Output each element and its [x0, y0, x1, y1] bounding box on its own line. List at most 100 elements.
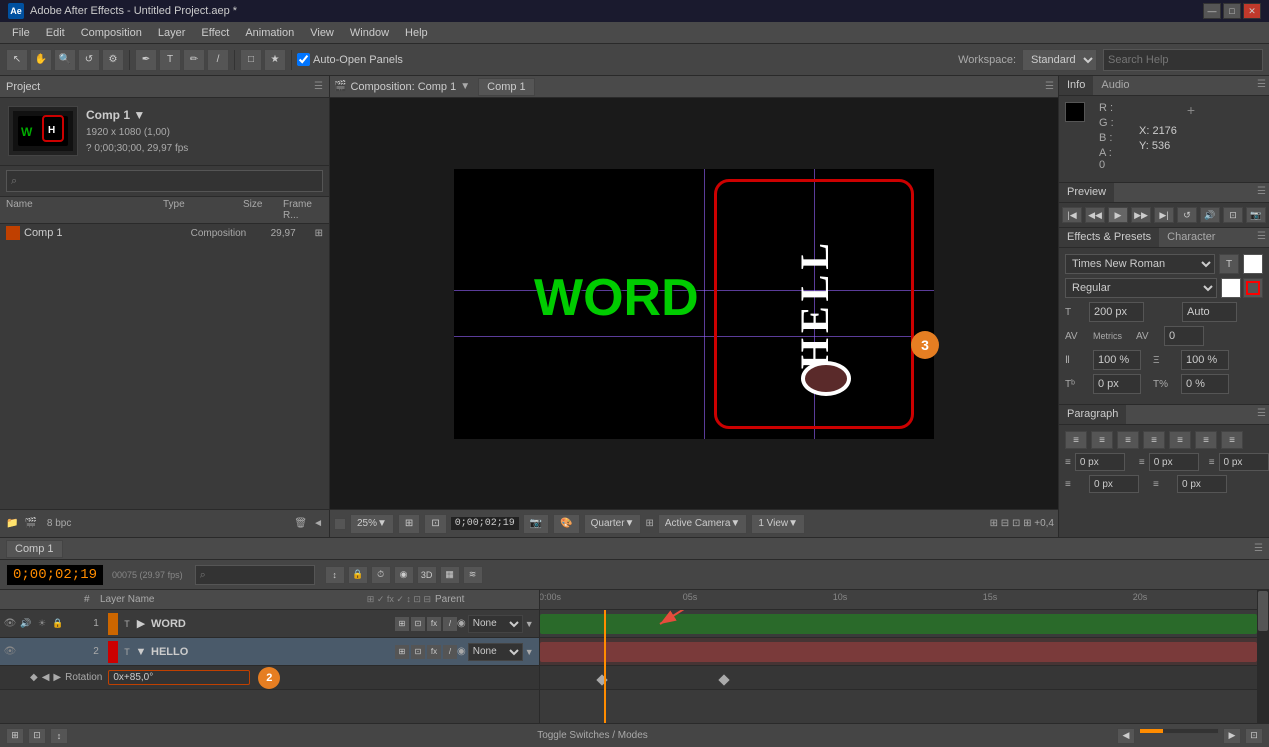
- toggle-label[interactable]: Toggle Switches / Modes: [68, 730, 1117, 741]
- settings-tool[interactable]: ⚙: [102, 49, 124, 71]
- align-left-btn[interactable]: ≡: [1065, 431, 1087, 449]
- create-folder-btn[interactable]: 📁: [6, 518, 18, 529]
- menu-composition[interactable]: Composition: [73, 25, 150, 41]
- vscale-input[interactable]: [1093, 350, 1141, 370]
- draft-btn[interactable]: ⊡: [424, 514, 446, 534]
- select-tool[interactable]: ↖: [6, 49, 28, 71]
- timeline-timecode[interactable]: 0;00;02;19: [6, 564, 104, 586]
- left-indent-input[interactable]: [1075, 453, 1125, 471]
- next-keyframe-btn[interactable]: ▶: [53, 672, 61, 683]
- layer-1-expand[interactable]: ▶: [134, 617, 148, 631]
- project-panel-menu[interactable]: ☰: [314, 81, 323, 92]
- tab-effects[interactable]: Effects & Presets: [1059, 228, 1159, 247]
- layer-2-parent-select[interactable]: None: [468, 643, 523, 661]
- timeline-cursor[interactable]: [604, 610, 606, 723]
- layer-1-visibility[interactable]: 👁: [2, 616, 18, 632]
- hscale-input[interactable]: [1181, 350, 1229, 370]
- prev-keyframe-btn[interactable]: ◀: [42, 672, 50, 683]
- table-row[interactable]: 👁 2 T ▼ HELLO ⊞ ⊡ fx / ◉: [0, 638, 539, 666]
- menu-file[interactable]: File: [4, 25, 38, 41]
- timeline-panel-menu[interactable]: ☰: [1254, 543, 1263, 554]
- justify-center-btn[interactable]: ≡: [1169, 431, 1191, 449]
- layer-1-fx[interactable]: fx: [427, 617, 441, 631]
- close-button[interactable]: ✕: [1243, 3, 1261, 19]
- workspace-select[interactable]: Standard: [1022, 49, 1097, 71]
- hand-tool[interactable]: ✋: [30, 49, 52, 71]
- layer-2-switch-1[interactable]: ⊞: [395, 645, 409, 659]
- active-camera-select[interactable]: Active Camera ▼: [658, 514, 747, 534]
- prev-frame-btn[interactable]: ◀◀: [1085, 207, 1105, 223]
- pre-render-btn[interactable]: ⊡: [28, 728, 46, 744]
- menu-window[interactable]: Window: [342, 25, 397, 41]
- layer-1-solo[interactable]: ☀: [34, 616, 50, 632]
- maximize-button[interactable]: □: [1223, 3, 1241, 19]
- menu-edit[interactable]: Edit: [38, 25, 73, 41]
- views-select[interactable]: 1 View ▼: [751, 514, 805, 534]
- menu-help[interactable]: Help: [397, 25, 436, 41]
- layer-1-parent-select[interactable]: None: [468, 615, 523, 633]
- comp-tab[interactable]: Comp 1: [478, 78, 535, 96]
- layer-2-expand[interactable]: ▼: [134, 645, 148, 659]
- shape-tool[interactable]: □: [240, 49, 262, 71]
- solo-btn[interactable]: ↕: [325, 566, 345, 584]
- zoom-tool[interactable]: 🔍: [54, 49, 76, 71]
- para-panel-menu[interactable]: ☰: [1254, 405, 1269, 424]
- type-tool[interactable]: T: [159, 49, 181, 71]
- layer-2-fx[interactable]: fx: [427, 645, 441, 659]
- keyframe-2[interactable]: [718, 674, 729, 685]
- layer-1-lock[interactable]: 🔒: [50, 616, 66, 632]
- table-row[interactable]: 👁 🔊 ☀ 🔒 1 T ▶ WORD ⊞ ⊡ fx / ◉: [0, 610, 539, 638]
- zoom-all-btn[interactable]: ⊡: [1245, 728, 1263, 744]
- layer-2-visibility[interactable]: 👁: [2, 644, 18, 660]
- go-out-point-btn[interactable]: ▶: [1223, 728, 1241, 744]
- playback-range-slider[interactable]: [1139, 728, 1219, 734]
- search-input[interactable]: [1103, 49, 1263, 71]
- loop-btn[interactable]: ↺: [1177, 207, 1197, 223]
- list-item[interactable]: Comp 1 Composition 29,97 ⊞: [0, 224, 329, 242]
- style-select[interactable]: Regular: [1065, 278, 1217, 298]
- space-before-input[interactable]: [1089, 475, 1139, 493]
- camera-btn[interactable]: 📷: [523, 514, 549, 534]
- play-audio-btn[interactable]: ▶▶: [1131, 207, 1151, 223]
- layer-2-switch-3[interactable]: /: [443, 645, 457, 659]
- layer-2-solo[interactable]: [34, 644, 50, 660]
- tab-audio[interactable]: Audio: [1093, 76, 1137, 95]
- info-panel-menu[interactable]: ☰: [1254, 76, 1269, 95]
- project-settings-btn[interactable]: ◄: [313, 518, 323, 529]
- solo-switches-btn[interactable]: ↕: [50, 728, 68, 744]
- first-indent-input[interactable]: [1219, 453, 1269, 471]
- new-comp-btn[interactable]: 🎬: [24, 518, 36, 529]
- tab-info[interactable]: Info: [1059, 76, 1093, 95]
- 3d-btn[interactable]: 3D: [417, 566, 437, 584]
- comp-dropdown[interactable]: ▼: [460, 81, 470, 92]
- comp-panel-menu[interactable]: ☰: [1045, 81, 1054, 92]
- tab-character[interactable]: Character: [1159, 228, 1223, 247]
- minimize-button[interactable]: —: [1203, 3, 1221, 19]
- project-search-input[interactable]: [6, 170, 323, 192]
- play-btn[interactable]: ▶: [1108, 207, 1128, 223]
- font-size-input[interactable]: [1089, 302, 1144, 322]
- brush-tool[interactable]: ✏: [183, 49, 205, 71]
- menu-animation[interactable]: Animation: [237, 25, 302, 41]
- auto-open-checkbox[interactable]: [297, 53, 310, 66]
- flow-btn[interactable]: ≋: [463, 566, 483, 584]
- rotate-tool[interactable]: ↺: [78, 49, 100, 71]
- tab-paragraph[interactable]: Paragraph: [1059, 405, 1126, 424]
- time-filter-btn[interactable]: ⏱: [371, 566, 391, 584]
- zoom-select[interactable]: 25% ▼: [350, 514, 394, 534]
- lock-btn[interactable]: 🔒: [348, 566, 368, 584]
- delete-btn[interactable]: 🗑: [294, 518, 307, 529]
- effects-panel-menu[interactable]: ☰: [1254, 228, 1269, 247]
- layer-1-switch-1[interactable]: ⊞: [395, 617, 409, 631]
- color-btn[interactable]: 🎨: [553, 514, 579, 534]
- align-right-btn[interactable]: ≡: [1117, 431, 1139, 449]
- quality-select[interactable]: Quarter ▼: [584, 514, 642, 534]
- fill-swatch[interactable]: [1221, 278, 1241, 298]
- align-center-btn[interactable]: ≡: [1091, 431, 1113, 449]
- go-start-btn[interactable]: |◀: [1062, 207, 1082, 223]
- eraser-tool[interactable]: /: [207, 49, 229, 71]
- frame-render-btn[interactable]: ▦: [440, 566, 460, 584]
- keyframe-btn[interactable]: ◆: [30, 672, 38, 683]
- space-after-input[interactable]: [1177, 475, 1227, 493]
- composition-viewer[interactable]: WORD HELL 3: [330, 98, 1058, 509]
